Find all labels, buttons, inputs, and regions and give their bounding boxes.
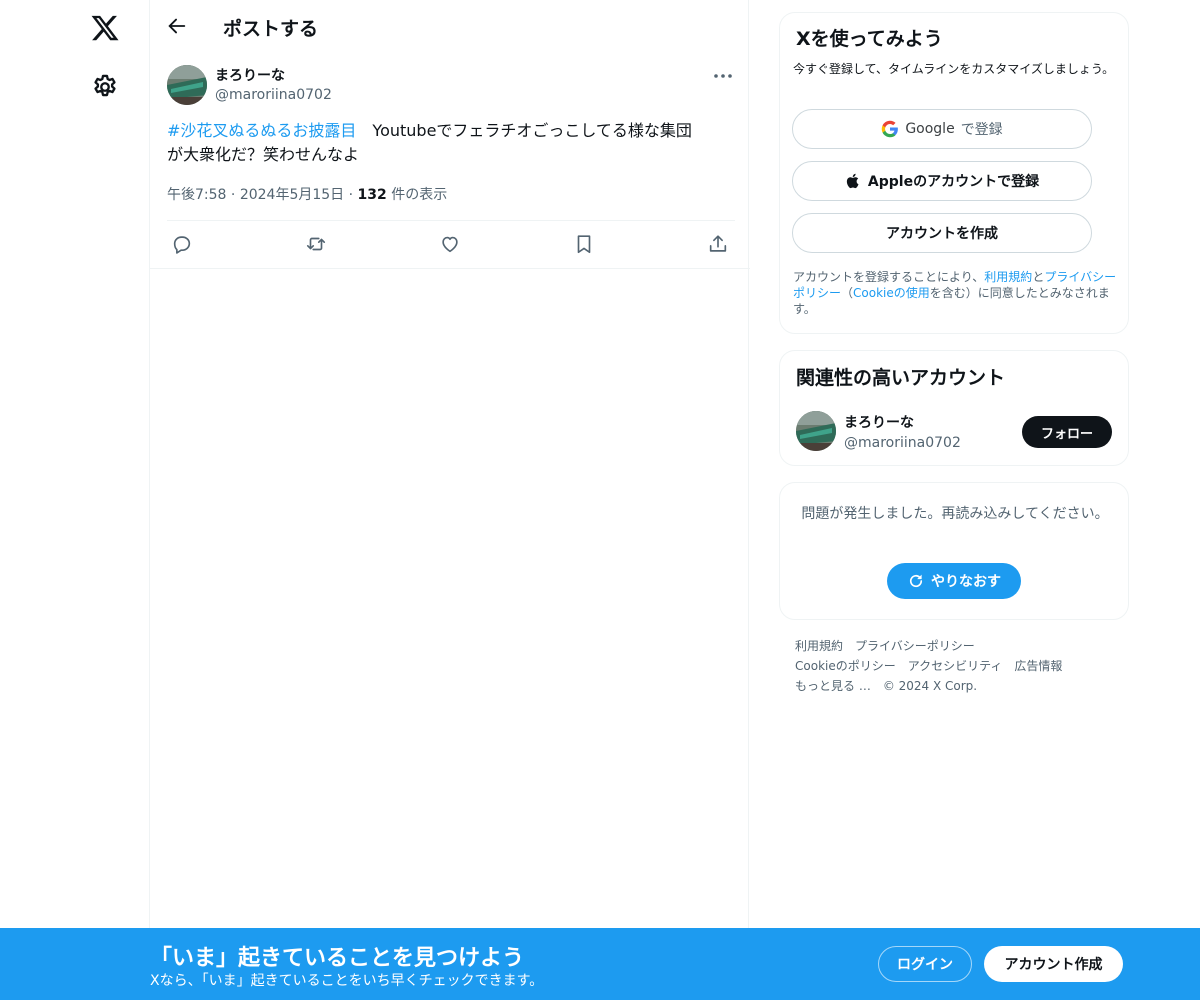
- hashtag-link[interactable]: #沙花叉ぬるぬるお披露目: [167, 121, 356, 140]
- retry-button[interactable]: やりなおす: [887, 563, 1021, 599]
- repost-icon[interactable]: [305, 233, 327, 255]
- google-icon: [882, 120, 899, 138]
- related-name[interactable]: まろりーな: [844, 412, 914, 432]
- post-date[interactable]: 2024年5月15日: [240, 187, 344, 203]
- apple-label: Appleのアカウントで登録: [867, 174, 1040, 190]
- google-suffix: で登録: [960, 122, 1003, 138]
- signup-card: Xを使ってみよう 今すぐ登録して、タイムラインをカスタマイズしましょう。 Goo…: [779, 12, 1129, 334]
- login-button[interactable]: ログイン: [878, 946, 972, 982]
- terms-part: と: [1032, 270, 1045, 284]
- banner-title: 「いま」起きていることを見つけよう: [150, 946, 525, 971]
- banner-subtitle: Xなら、「いま」起きていることをいち早くチェックできます。: [150, 973, 544, 989]
- retry-label: やりなおす: [931, 574, 1001, 590]
- copyright: © 2024 X Corp.: [882, 679, 978, 693]
- terms-link[interactable]: 利用規約: [984, 270, 1032, 284]
- avatar[interactable]: [796, 411, 836, 451]
- footer-link-cookie[interactable]: Cookieのポリシー: [795, 659, 896, 673]
- error-card: 問題が発生しました。再読み込みしてください。 やりなおす: [779, 482, 1129, 620]
- author-handle[interactable]: @maroriina0702: [215, 87, 332, 103]
- apple-icon: [846, 173, 859, 189]
- google-label: Google: [905, 121, 955, 137]
- meta-separator: ·: [230, 187, 236, 203]
- share-icon[interactable]: [707, 233, 729, 255]
- views-label: 件の表示: [391, 187, 448, 203]
- footer-link-privacy[interactable]: プライバシーポリシー: [855, 639, 975, 653]
- more-horizontal-icon[interactable]: [712, 70, 734, 82]
- related-accounts-card: 関連性の高いアカウント まろりーな @maroriina0702 フォロー: [779, 350, 1129, 466]
- footer-links: 利用規約 プライバシーポリシー Cookieのポリシー アクセシビリティ 広告情報 も…: [795, 636, 1115, 696]
- left-nav: [0, 0, 150, 1000]
- terms-part: アカウントを登録することにより、: [793, 270, 985, 284]
- x-logo-icon[interactable]: [90, 13, 120, 43]
- post-action-bar: [167, 220, 735, 268]
- page-title: ポストする: [223, 18, 319, 40]
- error-message: 問題が発生しました。再読み込みしてください。: [801, 506, 1109, 522]
- cookie-link[interactable]: Cookieの使用: [853, 286, 930, 300]
- post-body-line1: Youtubeでフェラチオごっこしてる様な集団: [356, 121, 692, 140]
- arrow-left-icon[interactable]: [166, 15, 188, 37]
- apple-signup-button[interactable]: Appleのアカウントで登録: [792, 161, 1092, 201]
- related-title: 関連性の高いアカウント: [796, 367, 1006, 389]
- avatar[interactable]: [167, 65, 207, 105]
- terms-part: （: [841, 286, 854, 300]
- google-signup-button[interactable]: Google で登録: [792, 109, 1092, 149]
- follow-button[interactable]: フォロー: [1022, 416, 1112, 448]
- gear-icon[interactable]: [91, 73, 119, 101]
- related-handle[interactable]: @maroriina0702: [844, 435, 961, 451]
- signup-subtitle: 今すぐ登録して、タイムラインをカスタマイズしましょう。: [793, 62, 1115, 76]
- footer-link-terms[interactable]: 利用規約: [795, 639, 843, 653]
- post-text: #沙花叉ぬるぬるお披露目 Youtubeでフェラチオごっこしてる様な集団 が大衆…: [167, 119, 737, 167]
- meta-separator: ·: [348, 187, 354, 203]
- refresh-icon: [909, 574, 923, 588]
- page-header: ポストする: [150, 0, 750, 54]
- create-account-label: アカウントを作成: [886, 226, 998, 242]
- bookmark-icon[interactable]: [573, 233, 595, 255]
- footer-link-ads[interactable]: 広告情報: [1014, 659, 1062, 673]
- main-column: ポストする まろりーな @maroriina0702 #沙花叉ぬるぬるお披露目 …: [149, 0, 750, 1000]
- like-icon[interactable]: [439, 233, 461, 255]
- author-name[interactable]: まろりーな: [215, 65, 285, 85]
- signup-title: Xを使ってみよう: [796, 28, 943, 50]
- create-account-button[interactable]: アカウントを作成: [792, 213, 1092, 253]
- create-account-banner-button[interactable]: アカウント作成: [984, 946, 1123, 982]
- post-time[interactable]: 午後7:58: [167, 187, 226, 203]
- reply-icon[interactable]: [171, 233, 193, 255]
- footer-link-more[interactable]: もっと見る …: [795, 679, 871, 693]
- post-meta: 午後7:58 · 2024年5月15日 · 132 件の表示: [167, 184, 447, 204]
- footer-link-accessibility[interactable]: アクセシビリティ: [908, 659, 1003, 673]
- views-count: 132: [357, 187, 387, 203]
- signup-banner: 「いま」起きていることを見つけよう Xなら、「いま」起きていることをいち早くチェ…: [0, 928, 1200, 1000]
- post-body-line2: が大衆化だ？笑わせんなよ: [167, 145, 360, 164]
- divider: [150, 268, 750, 269]
- terms-text: アカウントを登録することにより、利用規約とプライバシーポリシー（Cookieの使…: [793, 269, 1123, 317]
